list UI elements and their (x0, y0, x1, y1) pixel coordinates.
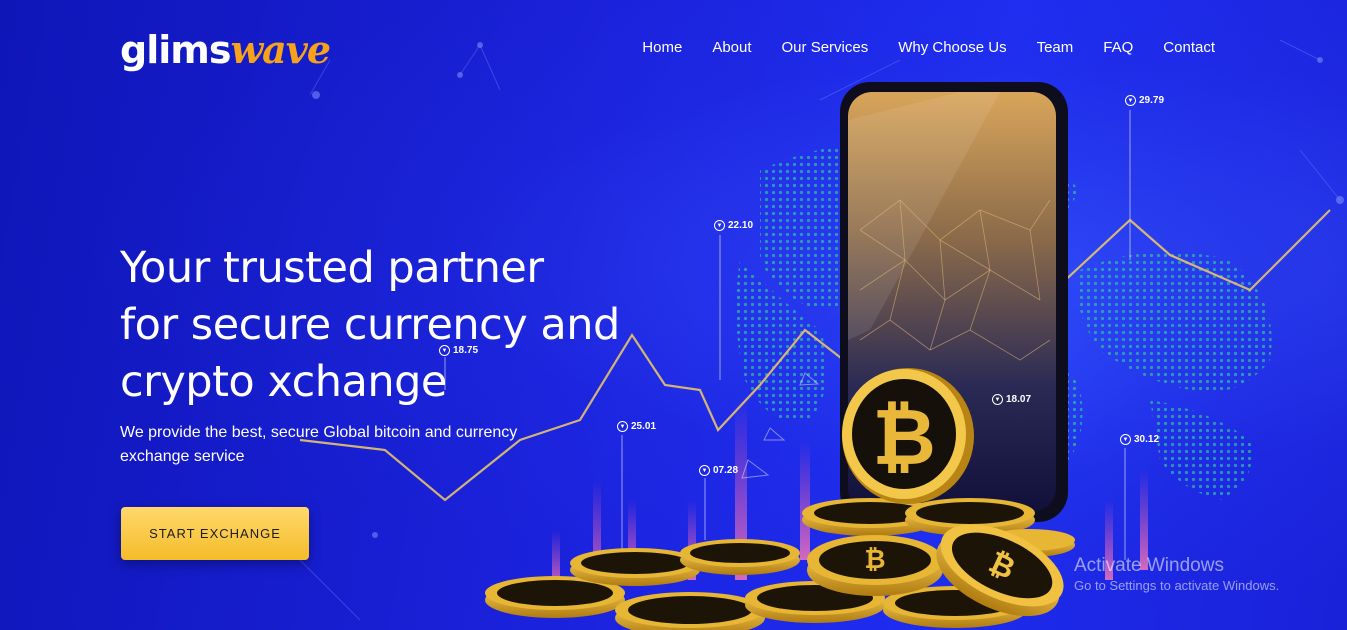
start-exchange-button[interactable]: START EXCHANGE (121, 507, 309, 560)
price-value: 29.79 (1139, 95, 1165, 106)
price-marker-icon: ▼ (714, 220, 725, 231)
nav-home-link[interactable]: Home (642, 38, 682, 58)
price-marker-icon: ▼ (992, 394, 1003, 405)
nav-faq-link[interactable]: FAQ (1103, 38, 1133, 58)
price-value: 18.07 (1006, 394, 1032, 405)
price-tag: ▼ 25.01 (617, 421, 656, 432)
watermark-subtitle: Go to Settings to activate Windows. (1074, 578, 1280, 593)
svg-text:₿: ₿ (872, 393, 936, 483)
nav-about-link[interactable]: About (712, 38, 751, 58)
main-nav: Home About Our Services Why Choose Us Te… (642, 38, 1215, 58)
price-marker-icon: ▼ (617, 421, 628, 432)
hero-subtext: We provide the best, secure Global bitco… (120, 424, 518, 465)
hero-section: ₿ ₿ ₿ glimswave Home About Our Services … (0, 0, 1347, 630)
svg-text:₿: ₿ (864, 545, 885, 575)
watermark-title: Activate Windows (1074, 555, 1224, 576)
price-tag: ▼ 30.12 (1120, 434, 1159, 445)
price-value: 07.28 (713, 465, 739, 476)
price-value: 30.12 (1134, 434, 1160, 445)
price-tag: ▼ 18.07 (992, 394, 1031, 405)
price-tag: ▼ 22.10 (714, 220, 753, 231)
nav-contact-link[interactable]: Contact (1163, 38, 1215, 58)
hero-headline: Your trusted partner for secure currency… (120, 240, 700, 411)
price-marker-icon: ▼ (1125, 95, 1136, 106)
price-marker-icon: ▼ (1120, 434, 1131, 445)
nav-why-choose-us-link[interactable]: Why Choose Us (898, 38, 1006, 58)
brand-logo[interactable]: glimswave (120, 27, 331, 73)
nav-services-link[interactable]: Our Services (782, 38, 869, 58)
headline-line: Your trusted partner (120, 243, 544, 293)
price-tag: ▼ 29.79 (1125, 95, 1164, 106)
logo-text-primary: glims (120, 28, 231, 72)
price-marker-icon: ▼ (699, 465, 710, 476)
price-tag: ▼ 07.28 (699, 465, 738, 476)
headline-line: crypto xchange (120, 357, 447, 407)
price-value: 22.10 (728, 220, 754, 231)
windows-activation-watermark: Activate Windows Go to Settings to activ… (1074, 555, 1279, 595)
bitcoin-icon: ₿ (842, 368, 974, 504)
headline-line: for secure currency and (120, 300, 620, 350)
logo-text-accent: wave (230, 27, 331, 72)
nav-team-link[interactable]: Team (1037, 38, 1074, 58)
price-value: 25.01 (631, 421, 657, 432)
